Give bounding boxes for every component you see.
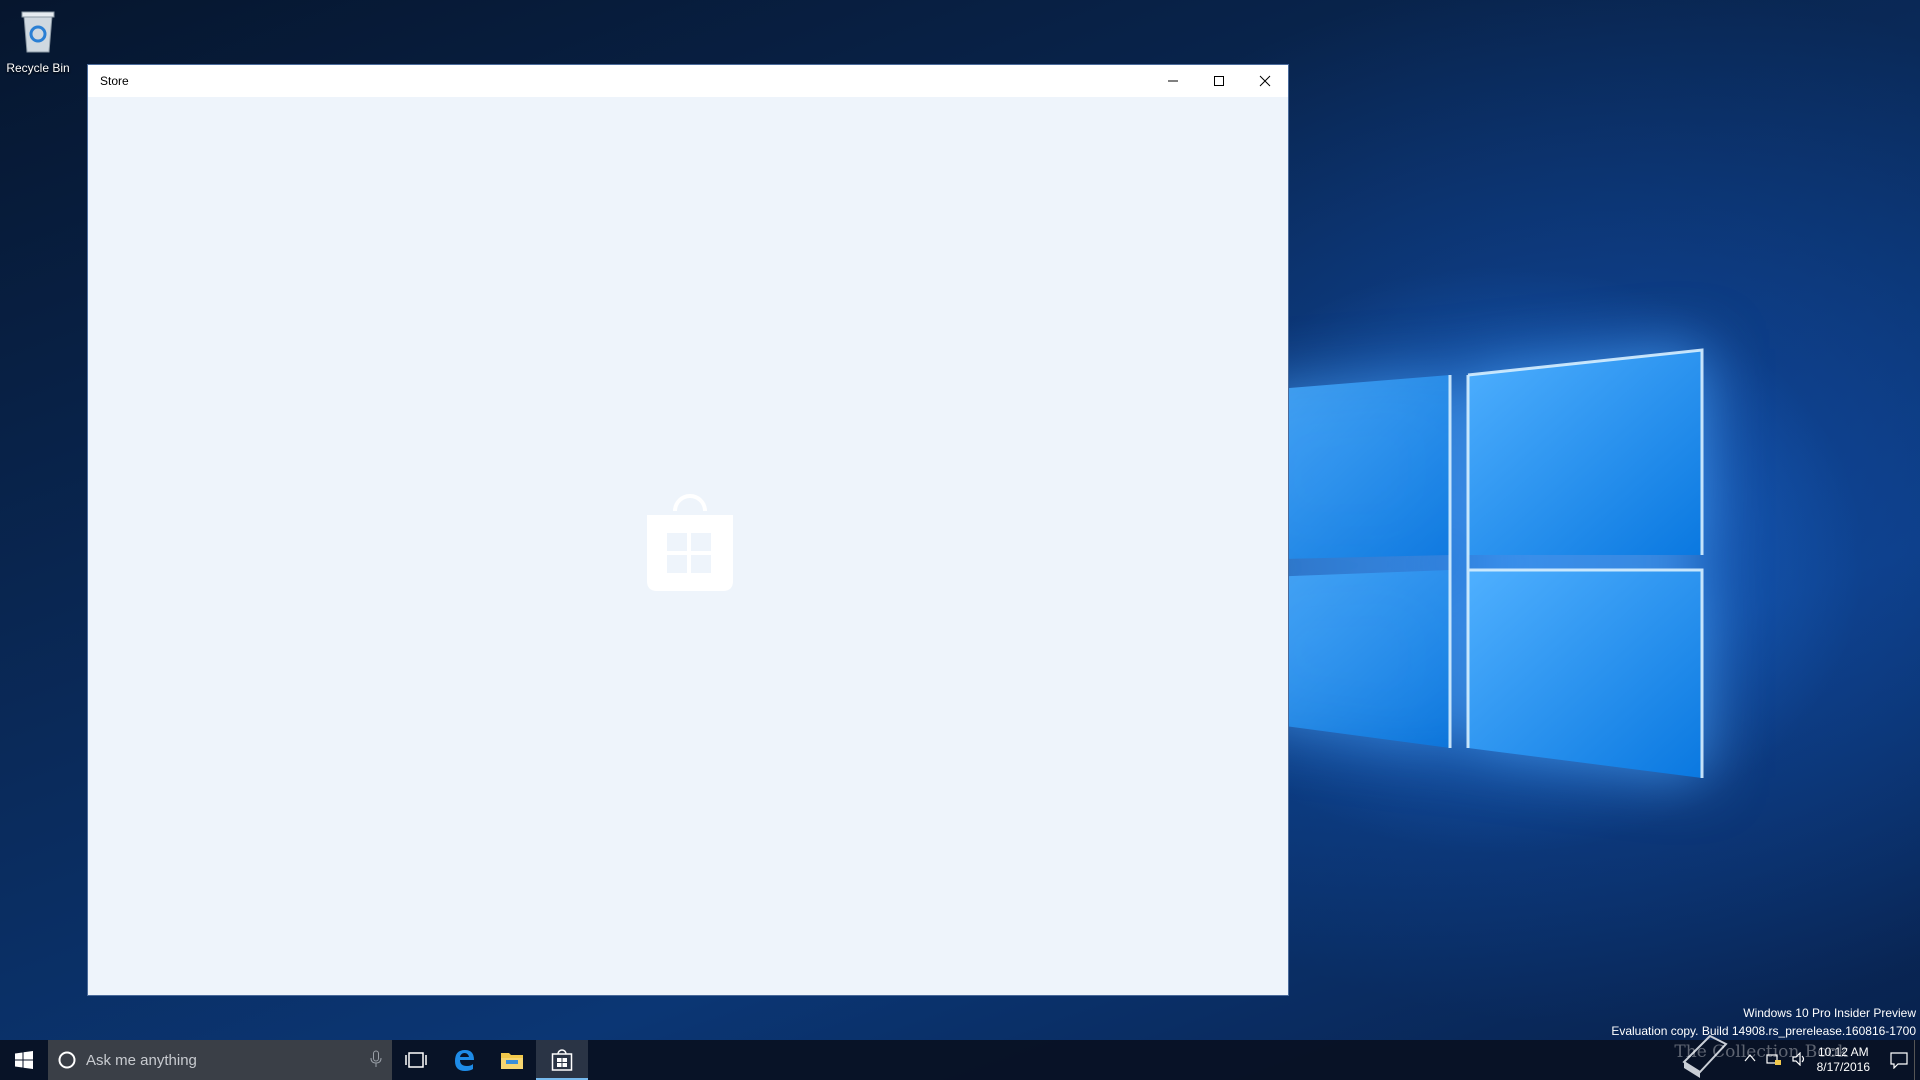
system-tray: The Collection Book 10:12 AM 8/17/2016 [1520,1034,1920,1080]
minimize-button[interactable] [1150,65,1196,97]
minimize-icon [1168,80,1178,82]
clock-date: 8/17/2016 [1816,1060,1870,1074]
search-placeholder: Ask me anything [86,1051,197,1069]
clock-time: 10:12 AM [1817,1045,1869,1059]
recycle-bin-icon [21,11,55,53]
store-bag-icon [647,494,733,591]
watermark-edition: Windows 10 Pro Insider Preview [1743,1006,1916,1020]
taskbar: Ask me anything The Collection Book 10:1… [0,1034,1920,1080]
cortana-icon [58,1051,76,1069]
windows-start-icon [15,1051,33,1069]
close-button[interactable] [1242,65,1288,97]
windows-logo-wallpaper [1240,348,1704,778]
edge-taskbar-button[interactable] [440,1040,488,1080]
cortana-search-box[interactable]: Ask me anything [48,1040,392,1080]
edge-icon [455,1050,474,1071]
desktop: Recycle Bin Store Windows 10 Pro Insider… [0,0,1920,1080]
start-button[interactable] [0,1040,48,1080]
network-icon[interactable] [1766,1052,1782,1066]
action-center-icon[interactable] [1890,1051,1908,1069]
volume-icon[interactable] [1792,1052,1808,1066]
build-watermark: Windows 10 Pro Insider Preview Evaluatio… [1611,1004,1916,1040]
task-view-icon [405,1052,427,1068]
watermark-build: Evaluation copy. Build 14908.rs_prerelea… [1611,1024,1916,1038]
microphone-icon[interactable] [370,1050,382,1068]
tray-icons [1744,1052,1808,1066]
taskbar-clock[interactable]: 10:12 AM 8/17/2016 [1817,1045,1870,1075]
chevron-up-icon[interactable] [1744,1052,1756,1064]
maximize-button[interactable] [1196,65,1242,97]
task-view-button[interactable] [392,1040,440,1080]
folder-icon [501,1053,523,1069]
close-icon [1259,75,1271,87]
file-explorer-button[interactable] [488,1040,536,1080]
store-window: Store [87,64,1289,996]
title-bar[interactable]: Store [88,65,1288,97]
window-title: Store [100,74,129,88]
desktop-icon-recycle-bin[interactable]: Recycle Bin [4,6,72,75]
show-desktop-button[interactable] [1914,1040,1920,1080]
store-taskbar-button[interactable] [536,1040,588,1080]
recycle-bin-label: Recycle Bin [6,61,70,75]
store-icon [551,1049,573,1071]
maximize-icon [1214,76,1224,86]
